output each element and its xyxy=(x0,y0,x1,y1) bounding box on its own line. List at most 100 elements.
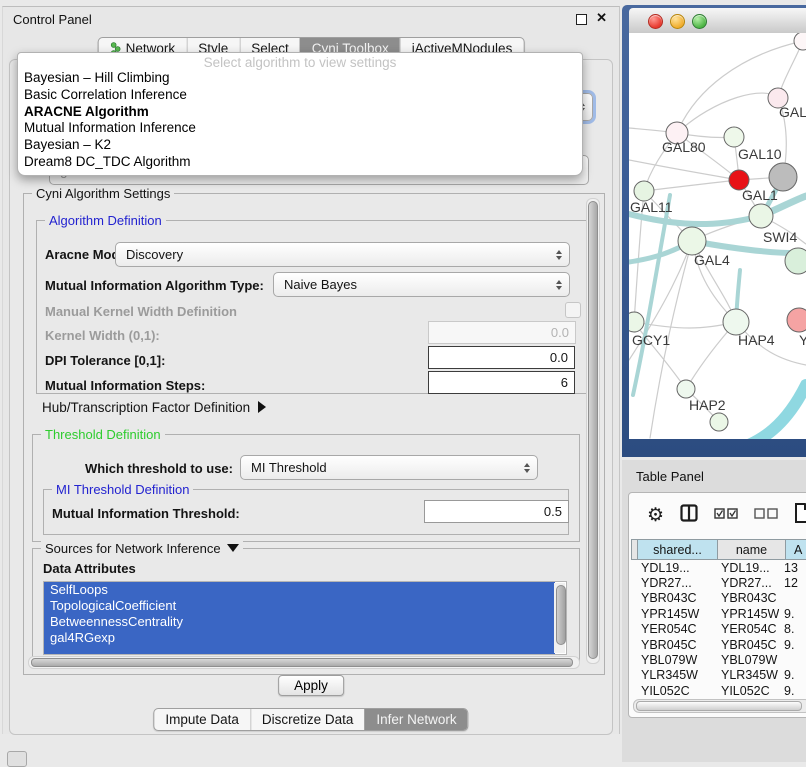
attribute-item-betweennesscentrality[interactable]: BetweennessCentrality xyxy=(44,614,555,630)
mi-threshold-input[interactable]: 0.5 xyxy=(424,500,569,523)
deselect-checkboxes-icon[interactable] xyxy=(754,506,778,524)
tab-label: Discretize Data xyxy=(262,712,354,727)
algorithm-option-mutual-information-inference[interactable]: Mutual Information Inference xyxy=(18,120,582,137)
cell-shared-name: YBL079W xyxy=(631,653,711,667)
table-toolbar: ⚙ xyxy=(629,493,806,537)
select-checkboxes-icon[interactable] xyxy=(714,506,738,524)
network-node[interactable] xyxy=(710,413,728,431)
algorithm-dropdown-popup: Select algorithm to view settings Bayesi… xyxy=(17,52,583,176)
table-row[interactable]: YBL079WYBL079W xyxy=(631,652,806,667)
column-header-shared-name[interactable]: shared... xyxy=(638,539,718,560)
network-edge[interactable] xyxy=(629,160,739,180)
table-row[interactable]: YIL052CYIL052C9. xyxy=(631,683,806,698)
cell-name: YER054C xyxy=(711,622,779,636)
network-node-y[interactable] xyxy=(787,308,806,332)
settings-gear-icon[interactable]: ⚙ xyxy=(647,506,664,525)
network-node-gal11[interactable] xyxy=(634,181,654,201)
cyni-algorithm-settings-group: Cyni Algorithm Settings Algorithm Defini… xyxy=(23,193,605,675)
tab-discretize-data[interactable]: Discretize Data xyxy=(250,709,365,730)
float-panel-icon[interactable] xyxy=(576,14,587,25)
attribute-item-partial[interactable] xyxy=(44,646,555,654)
cell-name: YDL19... xyxy=(711,561,779,575)
network-node[interactable] xyxy=(785,248,806,274)
cell-value: 9. xyxy=(779,607,794,621)
manual-kernel-label: Manual Kernel Width Definition xyxy=(45,304,237,319)
table-row[interactable]: YBR045CYBR045C9. xyxy=(631,637,806,652)
close-panel-icon[interactable]: ✕ xyxy=(596,10,607,26)
node-label-gal80: GAL80 xyxy=(662,139,706,155)
algorithm-option-bayesian-hill-climbing[interactable]: Bayesian – Hill Climbing xyxy=(18,70,582,87)
table-row[interactable]: YPR145WYPR145W9. xyxy=(631,606,806,621)
network-node-gcy1[interactable] xyxy=(629,312,644,332)
cell-value: 9. xyxy=(779,668,794,682)
column-layout-icon[interactable] xyxy=(680,504,698,527)
column-header-partial[interactable]: A xyxy=(786,539,806,560)
which-threshold-combo[interactable]: MI Threshold xyxy=(240,455,538,480)
network-edge[interactable] xyxy=(735,385,806,439)
table-row[interactable]: YLR345WYLR345W9. xyxy=(631,668,806,683)
kernel-width-input[interactable]: 0.0 xyxy=(428,321,576,344)
aracne-mode-combo[interactable]: Discovery xyxy=(115,242,570,267)
network-edge[interactable] xyxy=(677,93,778,133)
cell-name: YIL052C xyxy=(711,684,779,698)
which-threshold-label: Which threshold to use: xyxy=(43,461,233,476)
cell-value: 12 xyxy=(779,576,798,590)
hidden-panel-button[interactable] xyxy=(7,751,27,767)
network-node-gal4[interactable] xyxy=(678,227,706,255)
attribute-item-topologicalcoefficient[interactable]: TopologicalCoefficient xyxy=(44,598,555,614)
column-header-name[interactable]: name xyxy=(718,539,786,560)
settings-horizontal-scrollbar[interactable] xyxy=(28,656,580,669)
node-label-hap2: HAP2 xyxy=(689,397,726,413)
cell-value: 9. xyxy=(779,638,794,652)
cell-name: YBR043C xyxy=(711,591,779,605)
table-row[interactable]: YER054CYER054C8. xyxy=(631,622,806,637)
settings-vertical-scrollbar[interactable] xyxy=(586,198,600,664)
network-window-titlebar[interactable] xyxy=(629,8,806,34)
close-light-icon[interactable] xyxy=(648,14,663,29)
attributes-scrollbar[interactable] xyxy=(554,583,565,653)
tab-infer-network[interactable]: Infer Network xyxy=(364,709,467,730)
tab-label: Impute Data xyxy=(165,712,239,727)
table-row[interactable]: YDR27...YDR27...12 xyxy=(631,575,806,590)
chevron-right-icon xyxy=(258,401,266,413)
network-node[interactable] xyxy=(794,33,806,50)
table-panel-title: Table Panel xyxy=(636,469,704,484)
data-attributes-list[interactable]: SelfLoopsTopologicalCoefficientBetweenne… xyxy=(43,581,567,655)
node-label-y: Y xyxy=(799,332,806,348)
apply-button[interactable]: Apply xyxy=(278,675,344,696)
table-row[interactable]: YBR043CYBR043C xyxy=(631,591,806,606)
algorithm-option-basic-correlation-inference[interactable]: Basic Correlation Inference xyxy=(18,87,582,104)
table-row[interactable]: YDL19...YDL19...13 xyxy=(631,560,806,575)
algorithm-option-aracne-algorithm[interactable]: ARACNE Algorithm xyxy=(18,104,582,121)
hub-definition-label: Hub/Transcription Factor Definition xyxy=(42,400,250,415)
node-label-gal2: GAL2 xyxy=(779,104,806,120)
network-edge[interactable] xyxy=(633,195,670,395)
network-view-window: GAL2GAL80GAL10GAL1GAL11SWI4GAL4GCY1HAP4Y… xyxy=(622,5,806,457)
minimize-light-icon[interactable] xyxy=(670,14,685,29)
panel-title: Control Panel xyxy=(13,12,92,27)
popup-item-list: Bayesian – Hill ClimbingBasic Correlatio… xyxy=(18,70,582,171)
mi-steps-input[interactable]: 6 xyxy=(428,371,575,394)
algorithm-option-bayesian-k2[interactable]: Bayesian – K2 xyxy=(18,137,582,154)
export-table-icon[interactable] xyxy=(794,502,806,529)
cell-shared-name: YER054C xyxy=(631,622,711,636)
hub-definition-toggle[interactable]: Hub/Transcription Factor Definition xyxy=(42,400,266,415)
mi-type-value: Naive Bayes xyxy=(284,277,357,292)
network-node-hap2[interactable] xyxy=(677,380,695,398)
table-panel: Table Panel ⚙ shared... name A xyxy=(622,460,806,762)
algorithm-option-dream8-dc-tdc-algorithm[interactable]: Dream8 DC_TDC Algorithm xyxy=(18,154,582,171)
tab-impute-data[interactable]: Impute Data xyxy=(154,709,250,730)
mi-type-combo[interactable]: Naive Bayes xyxy=(273,272,570,297)
network-edge[interactable] xyxy=(629,214,761,224)
attribute-item-gal4rgexp[interactable]: gal4RGexp xyxy=(44,630,555,646)
network-node-gal10[interactable] xyxy=(724,127,744,147)
manual-kernel-checkbox[interactable] xyxy=(565,302,581,318)
zoom-light-icon[interactable] xyxy=(692,14,707,29)
dpi-tolerance-input[interactable]: 0.0 xyxy=(428,346,575,369)
network-node-swi4[interactable] xyxy=(749,204,773,228)
attribute-item-selfloops[interactable]: SelfLoops xyxy=(44,582,555,598)
network-canvas[interactable]: GAL2GAL80GAL10GAL1GAL11SWI4GAL4GCY1HAP4Y… xyxy=(629,33,806,439)
sources-group-title[interactable]: Sources for Network Inference xyxy=(41,541,243,556)
table-horizontal-scrollbar[interactable] xyxy=(633,699,806,713)
network-edge[interactable] xyxy=(644,180,739,191)
